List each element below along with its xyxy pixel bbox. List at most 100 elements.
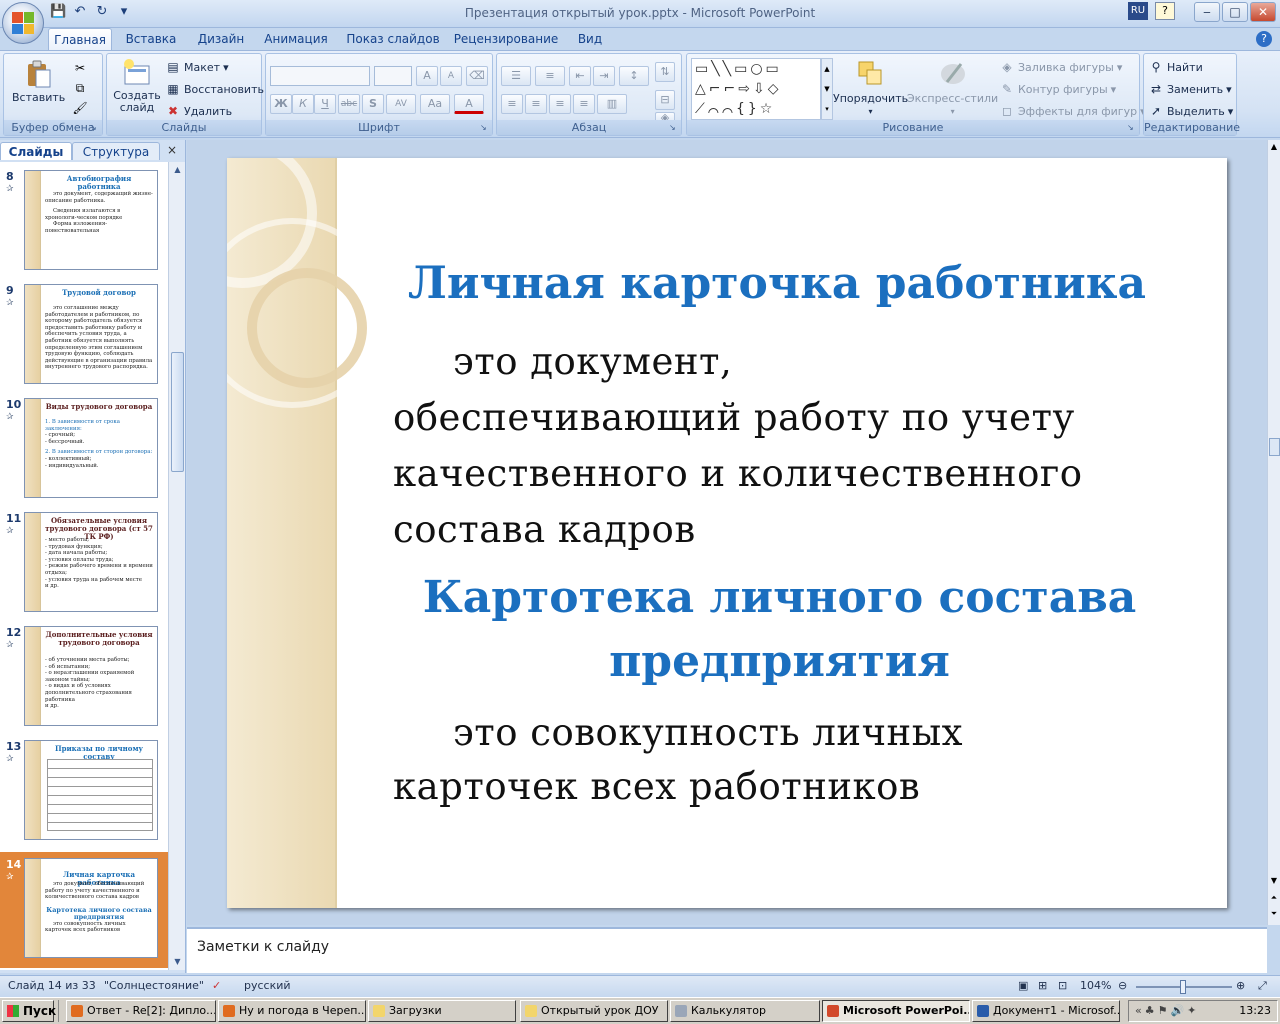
taskbar-powerpoint[interactable]: Microsoft PowerPoi... [822, 1000, 970, 1022]
help-button[interactable]: ? [1155, 2, 1175, 20]
tray-icons[interactable]: «♣⚑🔊✦ [1135, 1001, 1199, 1021]
paste-button[interactable]: Вставить [12, 58, 65, 104]
taskbar-firefox-1[interactable]: Ответ - Re[2]: Дипло... [66, 1000, 216, 1022]
thumbnail-9[interactable]: 9 ✰ Трудовой договор это соглашение между… [0, 284, 168, 388]
tab-animation[interactable]: Анимация [258, 28, 334, 50]
current-slide[interactable]: Личная карточка работника это документ, … [227, 158, 1227, 908]
minimize-button[interactable]: ‒ [1194, 2, 1220, 22]
taskbar-firefox-2[interactable]: Ну и погода в Череп... [218, 1000, 366, 1022]
tab-slides[interactable]: Слайды [0, 142, 72, 160]
layout-button[interactable]: ▤ Макет ▾ [165, 59, 228, 75]
font-color-button[interactable]: A [454, 94, 484, 114]
zoom-in-icon[interactable]: ⊕ [1236, 979, 1245, 992]
columns-button[interactable]: ▥ [597, 94, 627, 114]
thumbnail-8[interactable]: 8 ✰ Автобиография работника это документ,… [0, 170, 168, 274]
next-slide-icon[interactable]: ⏷ [1268, 909, 1280, 919]
zoom-level[interactable]: 104% [1080, 979, 1111, 992]
replace-button[interactable]: ⇄ Заменить ▾ [1148, 81, 1232, 97]
new-slide-button[interactable]: Создать слайд [111, 58, 163, 114]
grow-font-button[interactable]: A [416, 66, 438, 86]
cut-icon[interactable]: ✂ [72, 60, 88, 76]
shape-outline-button[interactable]: ✎ Контур фигуры ▾ [999, 81, 1116, 97]
slide-body-2[interactable]: это совокупность личных карточек всех ра… [393, 706, 1127, 814]
zoom-slider[interactable] [1136, 980, 1232, 994]
dialog-launcher-icon[interactable]: ↘ [669, 123, 679, 133]
ribbon-help-icon[interactable]: ? [1256, 31, 1272, 47]
taskbar-word[interactable]: Документ1 - Microsof... [972, 1000, 1120, 1022]
taskbar-folder[interactable]: Открытый урок ДОУ [520, 1000, 668, 1022]
numbering-button[interactable]: ≡ [535, 66, 565, 86]
clear-format-icon[interactable]: ⌫ [466, 66, 488, 86]
font-name-input[interactable] [270, 66, 370, 86]
scrollbar-thumb[interactable] [171, 352, 184, 472]
scroll-down-icon[interactable]: ▼ [1268, 876, 1280, 885]
slide-title-2[interactable]: Картотека личного состава предприятия [412, 566, 1147, 694]
office-button[interactable] [2, 2, 44, 44]
scroll-down-icon[interactable]: ▼ [169, 954, 186, 970]
shapes-gallery[interactable]: ▭╲╲▭○▭ △⌐⌐⇨⇩◇ ⟋⌒⌒{}☆ [691, 58, 821, 120]
scroll-up-icon[interactable]: ▲ [1268, 142, 1280, 151]
thumbnail-12[interactable]: 12 ✰ Дополнительные условия трудового дог… [0, 626, 168, 730]
arrange-button[interactable]: Упорядочить ▾ [833, 58, 908, 116]
close-pane-icon[interactable]: × [167, 143, 177, 157]
italic-button[interactable]: К [292, 94, 314, 114]
find-button[interactable]: ⚲ Найти [1148, 59, 1203, 75]
bullets-button[interactable]: ☰ [501, 66, 531, 86]
tab-design[interactable]: Дизайн [190, 28, 252, 50]
slide-body-1[interactable]: это документ, обеспечивающий работу по у… [393, 334, 1087, 558]
tab-review[interactable]: Рецензирование [452, 28, 560, 50]
line-spacing-button[interactable]: ↕ [619, 66, 649, 86]
previous-slide-icon[interactable]: ⏶ [1268, 893, 1280, 903]
editor-scrollbar[interactable]: ▲ ▼ ⏶ ⏷ [1267, 140, 1280, 925]
dialog-launcher-icon[interactable]: ↘ [480, 123, 490, 133]
thumbnail-11[interactable]: 11 ✰ Обязательные условия трудового догов… [0, 512, 168, 616]
text-direction-icon[interactable]: ⇅ [655, 62, 675, 82]
shrink-font-button[interactable]: A [440, 66, 462, 86]
shadow-button[interactable]: S [362, 94, 384, 114]
notes-pane[interactable]: Заметки к слайду [187, 927, 1267, 973]
select-button[interactable]: ➚ Выделить ▾ [1148, 103, 1233, 119]
align-right-button[interactable]: ≡ [549, 94, 571, 114]
start-button[interactable]: Пуск [2, 1000, 56, 1022]
tab-insert[interactable]: Вставка [118, 28, 184, 50]
shape-fill-button[interactable]: ◈ Заливка фигуры ▾ [999, 59, 1122, 75]
thumbnail-14[interactable]: 14 ✰ Личная карточка работника это докуме… [0, 852, 168, 968]
align-text-icon[interactable]: ⊟ [655, 90, 675, 110]
thumbnail-13[interactable]: 13 ✰ Приказы по личному составу [0, 740, 168, 844]
increase-indent-button[interactable]: ⇥ [593, 66, 615, 86]
tab-slideshow[interactable]: Показ слайдов [340, 28, 446, 50]
close-button[interactable]: ✕ [1250, 2, 1276, 22]
language-indicator[interactable]: RU [1128, 2, 1148, 20]
reset-button[interactable]: ▦ Восстановить [165, 81, 264, 97]
tab-outline[interactable]: Структура [72, 142, 160, 160]
slide-title-1[interactable]: Личная карточка работника [387, 256, 1167, 312]
dialog-launcher-icon[interactable]: ↘ [1127, 123, 1137, 133]
zoom-out-icon[interactable]: ⊖ [1118, 979, 1127, 992]
align-center-button[interactable]: ≡ [525, 94, 547, 114]
decrease-indent-button[interactable]: ⇤ [569, 66, 591, 86]
copy-icon[interactable]: ⧉ [72, 80, 88, 96]
bold-button[interactable]: Ж [270, 94, 292, 114]
zoom-slider-handle[interactable] [1180, 980, 1186, 994]
thumbnail-scrollbar[interactable]: ▲ ▼ [168, 162, 185, 970]
taskbar-downloads[interactable]: Загрузки [368, 1000, 516, 1022]
shape-effects-button[interactable]: ◻Эффекты для фигур▾ [999, 103, 1146, 119]
maximize-button[interactable]: □ [1222, 2, 1248, 22]
quick-styles-button[interactable]: Экспресс-стили ▾ [907, 58, 998, 116]
format-painter-icon[interactable]: 🖌 [72, 100, 88, 116]
justify-button[interactable]: ≡ [573, 94, 595, 114]
delete-slide-button[interactable]: ✖ Удалить [165, 103, 232, 119]
dialog-launcher-icon[interactable]: ↘ [90, 123, 100, 133]
underline-button[interactable]: Ч [314, 94, 336, 114]
change-case-button[interactable]: Aa [420, 94, 450, 114]
thumbnail-10[interactable]: 10 ✰ Виды трудового договора 1. В зависим… [0, 398, 168, 502]
align-left-button[interactable]: ≡ [501, 94, 523, 114]
tab-view[interactable]: Вид [566, 28, 614, 50]
taskbar-calculator[interactable]: Калькулятор [670, 1000, 820, 1022]
scroll-up-icon[interactable]: ▲ [169, 162, 186, 178]
sorter-view-icon[interactable]: ⊞ [1038, 979, 1047, 992]
language-status[interactable]: русский [244, 979, 291, 992]
tab-home[interactable]: Главная [48, 28, 112, 50]
strikethrough-button[interactable]: abc [338, 94, 360, 114]
fit-slide-icon[interactable]: ⤢ [1258, 979, 1267, 993]
